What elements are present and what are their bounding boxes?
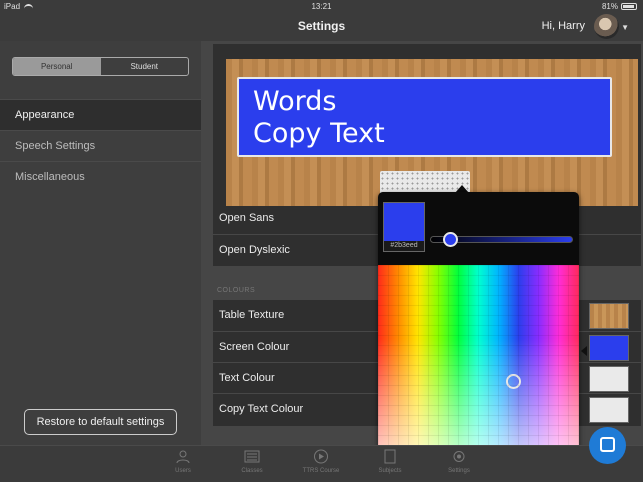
status-bar: iPad 13:21 81% xyxy=(0,0,643,14)
table-texture-preview: Words Copy Text xyxy=(226,59,638,207)
tab-label: Settings xyxy=(448,468,470,474)
status-time: 13:21 xyxy=(311,2,332,11)
tab-bar: Users Classes TTRS Course Subjects Setti… xyxy=(0,445,643,482)
nav-bar: Settings Hi, Harry ▼ xyxy=(0,14,643,41)
table-texture-swatch[interactable] xyxy=(589,303,629,329)
screen-colour-swatch[interactable] xyxy=(589,335,629,361)
avatar[interactable] xyxy=(594,14,619,39)
copy-text-colour-swatch[interactable] xyxy=(589,397,629,423)
colour-spectrum-grid[interactable] xyxy=(378,265,579,474)
spectrum-selection-ring[interactable] xyxy=(506,374,521,389)
appearance-preview: Words Copy Text xyxy=(213,44,641,207)
current-colour-fill xyxy=(384,203,424,241)
tab-label: Subjects xyxy=(378,468,402,474)
tab-users[interactable]: Users xyxy=(153,449,213,474)
tab-subjects[interactable]: Subjects xyxy=(360,449,420,474)
hex-value: #2b3eed xyxy=(390,242,418,249)
sidebar-item-speech-settings[interactable]: Speech Settings xyxy=(0,130,201,161)
colour-picker-popover: #2b3eed xyxy=(378,192,579,474)
text-colour-swatch[interactable] xyxy=(589,366,629,392)
restore-defaults-button[interactable]: Restore to default settings xyxy=(24,409,177,435)
current-colour-preview: #2b3eed xyxy=(383,202,425,252)
tab-label: TTRS Course xyxy=(302,468,340,474)
chevron-down-icon[interactable]: ▼ xyxy=(621,23,629,32)
colours-section-label: COLOURS xyxy=(217,287,256,294)
sidebar-item-miscellaneous[interactable]: Miscellaneous xyxy=(0,161,201,192)
battery-percent: 81% xyxy=(601,2,618,11)
tab-ttrs-course[interactable]: TTRS Course xyxy=(291,449,351,474)
gear-icon xyxy=(453,451,465,462)
colour-row-label: Table Texture xyxy=(219,309,285,321)
status-right: 81% xyxy=(602,2,637,11)
user-greeting[interactable]: Hi, Harry xyxy=(542,20,585,32)
sidebar-item-appearance[interactable]: Appearance xyxy=(0,99,201,130)
colour-row-label: Text Colour xyxy=(219,372,275,384)
colour-row-label: Copy Text Colour xyxy=(219,403,304,415)
tab-settings[interactable]: Settings xyxy=(429,449,489,474)
tab-classes[interactable]: Classes xyxy=(222,449,282,474)
preview-words-text: Words xyxy=(253,86,337,117)
tab-label: Users xyxy=(175,468,191,474)
brightness-slider-thumb[interactable] xyxy=(443,232,458,247)
list-icon xyxy=(244,450,260,463)
profile-segmented-control: Personal Student xyxy=(12,57,189,76)
sidebar: Personal Student Appearance Speech Setti… xyxy=(0,41,201,445)
preview-copy-text: Copy Text xyxy=(253,118,385,149)
chat-icon xyxy=(600,437,615,452)
chat-support-button[interactable] xyxy=(589,427,626,464)
book-icon xyxy=(384,449,396,464)
users-icon xyxy=(176,450,190,464)
segment-student[interactable]: Student xyxy=(101,58,189,75)
selected-row-pointer xyxy=(581,346,587,356)
play-icon xyxy=(314,449,328,464)
colour-row-label: Screen Colour xyxy=(219,341,290,353)
segment-personal[interactable]: Personal xyxy=(13,58,101,75)
tab-label: Classes xyxy=(241,468,263,474)
battery-icon xyxy=(621,3,637,11)
screen-preview: Words Copy Text xyxy=(237,77,612,157)
